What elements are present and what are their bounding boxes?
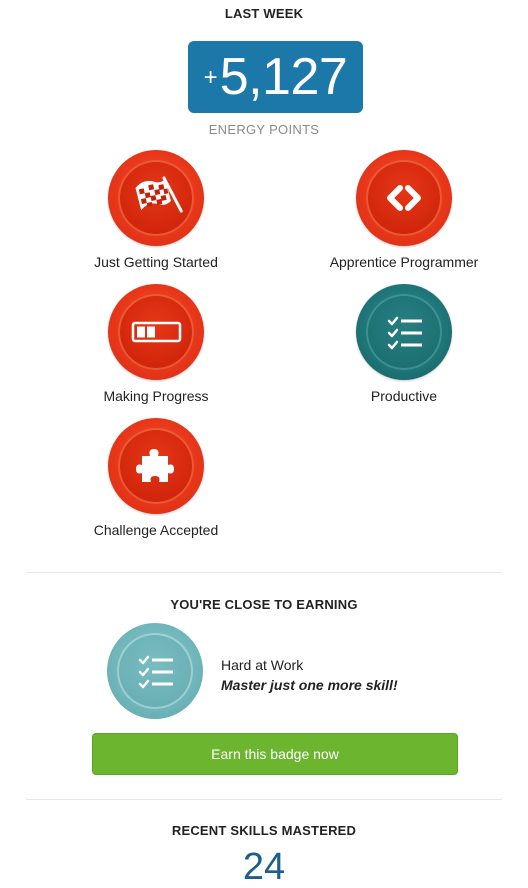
puzzle-piece-icon bbox=[136, 449, 174, 482]
badge-making-progress[interactable]: Making Progress bbox=[56, 284, 256, 404]
badge-label: Apprentice Programmer bbox=[329, 254, 479, 270]
checklist-icon bbox=[387, 316, 422, 350]
badge-apprentice-programmer[interactable]: Apprentice Programmer bbox=[304, 150, 504, 270]
section-divider bbox=[26, 799, 502, 800]
last-week-title: LAST WEEK bbox=[224, 6, 304, 21]
badge-challenge-accepted[interactable]: Challenge Accepted bbox=[56, 418, 256, 538]
earn-badge-button[interactable]: Earn this badge now bbox=[92, 733, 458, 775]
checkered-flag-icon bbox=[135, 176, 183, 213]
points-sign: + bbox=[203, 64, 218, 91]
badge-just-getting-started[interactable]: Just Getting Started bbox=[56, 150, 256, 270]
recent-skills-count: 24 bbox=[242, 846, 286, 888]
energy-points-label: ENERGY POINTS bbox=[208, 122, 320, 137]
badge-medal bbox=[108, 418, 204, 514]
code-brackets-icon bbox=[387, 185, 421, 211]
checklist-icon bbox=[138, 655, 173, 689]
close-badge-name: Hard at Work bbox=[221, 657, 304, 673]
badge-hard-at-work[interactable] bbox=[107, 623, 203, 719]
badge-medal bbox=[108, 150, 204, 246]
badge-medal bbox=[107, 623, 203, 719]
energy-points-box: + 5,127 bbox=[188, 41, 363, 113]
badge-medal bbox=[108, 284, 204, 380]
section-divider bbox=[26, 572, 502, 573]
badge-medal bbox=[356, 150, 452, 246]
badge-label: Just Getting Started bbox=[94, 254, 218, 270]
energy-points-value: 5,127 bbox=[219, 48, 348, 106]
badge-productive[interactable]: Productive bbox=[304, 284, 504, 404]
badge-medal bbox=[356, 284, 452, 380]
badge-label: Challenge Accepted bbox=[93, 522, 219, 538]
recent-skills-title: RECENT SKILLS MASTERED bbox=[171, 823, 357, 838]
close-badge-info: Hard at Work Master just one more skill! bbox=[221, 655, 398, 695]
close-badge-hint: Master just one more skill! bbox=[221, 677, 398, 693]
badge-label: Making Progress bbox=[103, 388, 209, 404]
badge-label: Productive bbox=[370, 388, 438, 404]
close-to-earning-title: YOU'RE CLOSE TO EARNING bbox=[170, 597, 358, 612]
progress-bar-icon bbox=[131, 321, 182, 343]
